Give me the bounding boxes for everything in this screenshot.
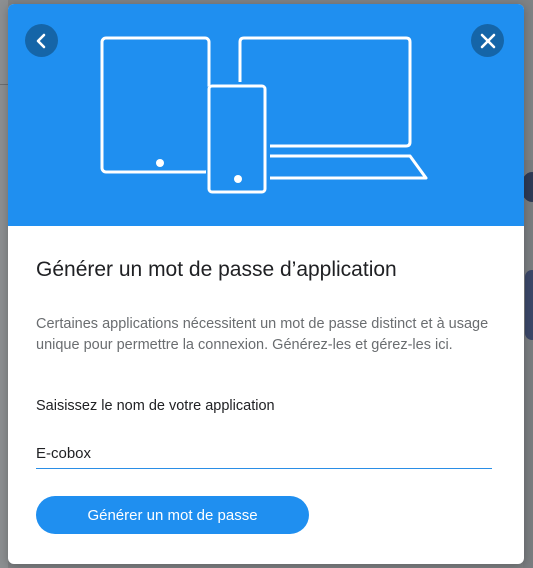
app-password-dialog: Générer un mot de passe d’application Ce… bbox=[8, 4, 524, 564]
dialog-header bbox=[8, 4, 524, 226]
tablet-icon bbox=[100, 36, 211, 174]
close-icon bbox=[480, 33, 495, 48]
chevron-left-icon bbox=[36, 33, 45, 48]
background-shape bbox=[525, 270, 533, 340]
background-right-panel bbox=[523, 160, 533, 568]
dialog-description: Certaines applications nécessitent un mo… bbox=[36, 316, 489, 353]
devices-illustration bbox=[100, 36, 428, 194]
close-button[interactable] bbox=[471, 24, 504, 57]
dialog-body: Générer un mot de passe d’application Ce… bbox=[8, 226, 524, 564]
app-name-input[interactable] bbox=[36, 439, 492, 469]
back-button[interactable] bbox=[25, 24, 58, 57]
background-divider bbox=[0, 84, 8, 85]
dialog-title: Générer un mot de passe d’application bbox=[36, 258, 397, 281]
generate-password-button[interactable]: Générer un mot de passe bbox=[36, 496, 309, 534]
app-name-label: Saisissez le nom de votre application bbox=[36, 398, 275, 414]
background-left-strip bbox=[0, 0, 8, 568]
